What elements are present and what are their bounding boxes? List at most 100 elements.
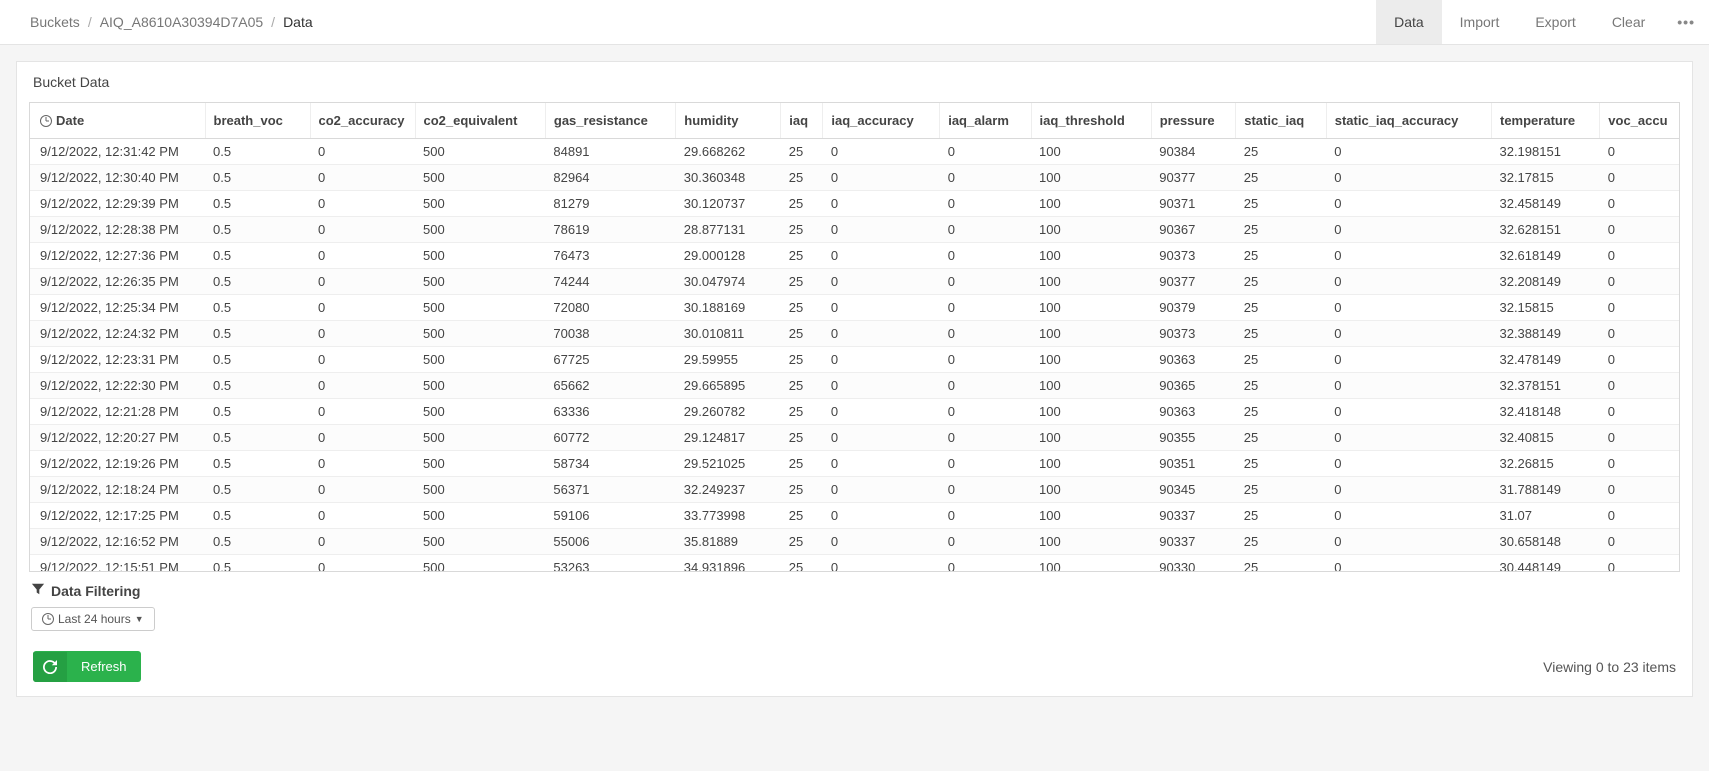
table-cell: 0 [940,451,1031,477]
table-cell: 500 [415,321,545,347]
breadcrumb-root[interactable]: Buckets [30,14,80,30]
tab-clear[interactable]: Clear [1594,0,1663,44]
table-row[interactable]: 9/12/2022, 12:21:28 PM0.505006333629.260… [30,399,1680,425]
column-header[interactable]: iaq_accuracy [823,103,940,139]
table-row[interactable]: 9/12/2022, 12:15:51 PM0.505005326334.931… [30,555,1680,573]
column-header[interactable]: iaq_threshold [1031,103,1151,139]
breadcrumb-bucket[interactable]: AIQ_A8610A30394D7A05 [100,14,263,30]
breadcrumb-current: Data [283,14,313,30]
column-header[interactable]: breath_voc [205,103,310,139]
table-row[interactable]: 9/12/2022, 12:17:25 PM0.505005910633.773… [30,503,1680,529]
table-cell: 0.5 [205,503,310,529]
column-header[interactable]: Date [30,103,205,139]
table-row[interactable]: 9/12/2022, 12:31:42 PM0.505008489129.668… [30,139,1680,165]
panel-title: Bucket Data [17,62,1692,102]
table-row[interactable]: 9/12/2022, 12:27:36 PM0.505007647329.000… [30,243,1680,269]
table-row[interactable]: 9/12/2022, 12:20:27 PM0.505006077229.124… [30,425,1680,451]
table-cell: 90384 [1151,139,1236,165]
table-cell: 32.478149 [1491,347,1599,373]
table-cell: 500 [415,399,545,425]
column-header[interactable]: static_iaq_accuracy [1326,103,1491,139]
table-row[interactable]: 9/12/2022, 12:25:34 PM0.505007208030.188… [30,295,1680,321]
table-cell: 0 [310,503,415,529]
refresh-button[interactable]: Refresh [33,651,141,682]
column-header[interactable]: voc_accu [1600,103,1680,139]
table-cell: 90373 [1151,243,1236,269]
table-row[interactable]: 9/12/2022, 12:24:32 PM0.505007003830.010… [30,321,1680,347]
table-cell: 9/12/2022, 12:21:28 PM [30,399,205,425]
table-cell: 0.5 [205,399,310,425]
tab-more[interactable]: ••• [1663,0,1709,44]
table-cell: 32.388149 [1491,321,1599,347]
table-cell: 25 [781,321,823,347]
table-row[interactable]: 9/12/2022, 12:29:39 PM0.505008127930.120… [30,191,1680,217]
table-cell: 55006 [545,529,675,555]
table-cell: 0 [823,555,940,573]
table-cell: 32.208149 [1491,269,1599,295]
table-cell: 53263 [545,555,675,573]
table-cell: 25 [781,295,823,321]
table-cell: 25 [781,503,823,529]
column-header[interactable]: iaq [781,103,823,139]
table-cell: 0 [1326,321,1491,347]
column-header[interactable]: co2_equivalent [415,103,545,139]
table-cell: 30.448149 [1491,555,1599,573]
table-cell: 100 [1031,477,1151,503]
tab-import[interactable]: Import [1442,0,1518,44]
table-cell: 90351 [1151,451,1236,477]
table-cell: 29.668262 [676,139,781,165]
table-cell: 0 [940,477,1031,503]
table-row[interactable]: 9/12/2022, 12:30:40 PM0.505008296430.360… [30,165,1680,191]
table-cell: 0.5 [205,373,310,399]
table-cell: 32.418148 [1491,399,1599,425]
tab-export[interactable]: Export [1517,0,1593,44]
table-cell: 25 [1236,503,1326,529]
table-cell: 100 [1031,399,1151,425]
data-table-wrap[interactable]: Datebreath_vocco2_accuracyco2_equivalent… [29,102,1680,572]
column-header[interactable]: gas_resistance [545,103,675,139]
table-cell: 500 [415,451,545,477]
column-header[interactable]: iaq_alarm [940,103,1031,139]
table-cell: 25 [1236,529,1326,555]
column-header[interactable]: co2_accuracy [310,103,415,139]
table-cell: 25 [1236,191,1326,217]
table-cell: 67725 [545,347,675,373]
table-cell: 0 [310,373,415,399]
clock-icon [42,613,54,625]
table-cell: 0 [1326,477,1491,503]
table-row[interactable]: 9/12/2022, 12:22:30 PM0.505006566229.665… [30,373,1680,399]
table-cell: 0 [1600,243,1680,269]
table-cell: 30.010811 [676,321,781,347]
time-range-label: Last 24 hours [58,612,131,626]
column-header[interactable]: pressure [1151,103,1236,139]
refresh-icon [33,652,67,682]
table-cell: 9/12/2022, 12:20:27 PM [30,425,205,451]
table-cell: 0.5 [205,529,310,555]
table-cell: 0 [1600,503,1680,529]
table-cell: 25 [781,347,823,373]
table-cell: 90363 [1151,347,1236,373]
table-row[interactable]: 9/12/2022, 12:16:52 PM0.505005500635.818… [30,529,1680,555]
table-row[interactable]: 9/12/2022, 12:19:26 PM0.505005873429.521… [30,451,1680,477]
table-row[interactable]: 9/12/2022, 12:28:38 PM0.505007861928.877… [30,217,1680,243]
bucket-data-panel: Bucket Data Datebreath_vocco2_accuracyco… [16,61,1693,697]
column-header[interactable]: static_iaq [1236,103,1326,139]
table-cell: 0 [823,217,940,243]
table-cell: 76473 [545,243,675,269]
tabs: Data Import Export Clear ••• [1376,0,1709,44]
table-cell: 9/12/2022, 12:23:31 PM [30,347,205,373]
table-row[interactable]: 9/12/2022, 12:18:24 PM0.505005637132.249… [30,477,1680,503]
table-cell: 90337 [1151,503,1236,529]
table-cell: 0 [940,269,1031,295]
table-row[interactable]: 9/12/2022, 12:23:31 PM0.505006772529.599… [30,347,1680,373]
column-header[interactable]: humidity [676,103,781,139]
table-cell: 0 [1326,503,1491,529]
time-range-selector[interactable]: Last 24 hours ▼ [31,607,155,631]
table-cell: 25 [781,217,823,243]
table-row[interactable]: 9/12/2022, 12:26:35 PM0.505007424430.047… [30,269,1680,295]
table-cell: 32.378151 [1491,373,1599,399]
table-cell: 9/12/2022, 12:25:34 PM [30,295,205,321]
tab-data[interactable]: Data [1376,0,1442,44]
column-header[interactable]: temperature [1491,103,1599,139]
table-cell: 25 [1236,217,1326,243]
